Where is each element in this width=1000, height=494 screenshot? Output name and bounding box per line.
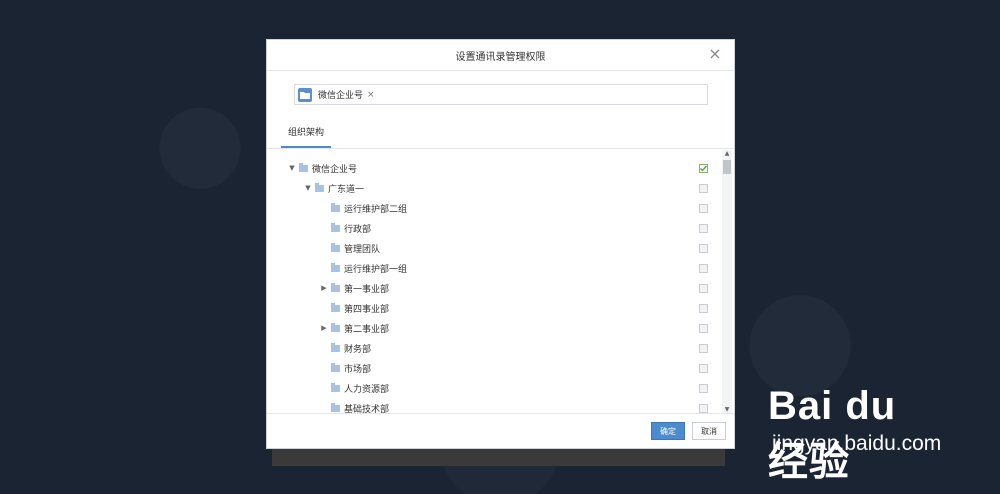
tree-row[interactable]: 市场部 xyxy=(267,358,734,378)
folder-icon xyxy=(331,242,340,252)
tree-item-label: 第四事业部 xyxy=(344,304,390,315)
folder-icon xyxy=(331,342,340,352)
folder-icon xyxy=(331,382,340,392)
close-icon[interactable]: × xyxy=(708,46,722,62)
tree-item-label: 管理团队 xyxy=(344,244,381,255)
scroll-up-icon[interactable]: ▲ xyxy=(722,150,732,158)
scroll-thumb[interactable] xyxy=(723,160,731,174)
checkbox[interactable] xyxy=(699,183,708,193)
tree-row[interactable]: 运行维护部一组 xyxy=(267,258,734,278)
tree-item-label: 广东道一 xyxy=(328,184,365,195)
tree-row[interactable]: ▼ 微信企业号 xyxy=(267,158,734,178)
expand-arrow-icon[interactable]: ▼ xyxy=(303,184,313,192)
tree-item-label: 微信企业号 xyxy=(312,164,358,175)
folder-icon xyxy=(331,302,340,312)
tree-row[interactable]: 财务部 xyxy=(267,338,734,358)
checkbox-checked[interactable] xyxy=(699,163,708,173)
folder-icon xyxy=(331,222,340,232)
tree-item-label: 第二事业部 xyxy=(344,324,390,335)
checkbox[interactable] xyxy=(699,343,708,353)
folder-icon xyxy=(331,402,340,412)
tree-item-label: 财务部 xyxy=(344,344,372,355)
selected-tag: 微信企业号 × xyxy=(298,87,375,102)
tree-row[interactable]: 行政部 xyxy=(267,218,734,238)
folder-icon xyxy=(331,202,340,212)
dialog-header: 设置通讯录管理权限 × xyxy=(267,40,734,71)
tree-row[interactable]: 管理团队 xyxy=(267,238,734,258)
tab-org-structure[interactable]: 组织架构 xyxy=(281,126,331,148)
expand-arrow-icon[interactable]: ▼ xyxy=(287,164,297,172)
folder-icon xyxy=(331,322,340,332)
tree-row[interactable]: ▶ 第一事业部 xyxy=(267,278,734,298)
checkbox[interactable] xyxy=(699,223,708,233)
checkbox[interactable] xyxy=(699,283,708,293)
tree-scrollbar[interactable]: ▲ ▼ xyxy=(722,150,732,414)
tree-item-label: 市场部 xyxy=(344,364,372,375)
checkbox[interactable] xyxy=(699,263,708,273)
collapse-arrow-icon[interactable]: ▶ xyxy=(319,284,329,292)
folder-icon xyxy=(315,182,324,192)
tree-item-label: 人力资源部 xyxy=(344,384,390,395)
checkbox[interactable] xyxy=(699,363,708,373)
tree-item-label: 行政部 xyxy=(344,224,372,235)
tree-row[interactable]: 运行维护部二组 xyxy=(267,198,734,218)
folder-icon xyxy=(331,362,340,372)
checkbox[interactable] xyxy=(699,323,708,333)
baidu-jingyan-watermark: Bai du 经验 jingyan.baidu.com xyxy=(768,384,948,484)
check-icon xyxy=(700,165,707,172)
collapse-arrow-icon[interactable]: ▶ xyxy=(319,324,329,332)
cancel-button[interactable]: 取消 xyxy=(692,422,726,440)
tabs-bar: 组织架构 xyxy=(267,120,734,149)
remove-tag-icon[interactable]: × xyxy=(367,90,375,100)
watermark-url: jingyan.baidu.com xyxy=(772,432,942,455)
checkbox[interactable] xyxy=(699,403,708,413)
checkbox[interactable] xyxy=(699,303,708,313)
org-tree: ▼ 微信企业号 ▼ 广东道一运行维护部二组 行政部管理团队运行维护部一组 ▶ 第一事业部第四… xyxy=(267,150,734,414)
selected-tag-label: 微信企业号 xyxy=(318,91,364,101)
selected-items-field[interactable]: 微信企业号 × xyxy=(294,84,708,105)
tree-item-label: 第一事业部 xyxy=(344,284,390,295)
checkbox[interactable] xyxy=(699,243,708,253)
folder-icon xyxy=(298,87,312,102)
tree-row[interactable]: 人力资源部 xyxy=(267,378,734,398)
checkbox[interactable] xyxy=(699,383,708,393)
tree-row[interactable]: ▶ 第二事业部 xyxy=(267,318,734,338)
confirm-button[interactable]: 确定 xyxy=(651,422,685,440)
folder-icon xyxy=(331,282,340,292)
dialog-title: 设置通讯录管理权限 xyxy=(455,51,546,63)
tree-item-label: 运行维护部一组 xyxy=(344,264,408,275)
tree-row[interactable]: 基础技术部 xyxy=(267,398,734,414)
folder-icon xyxy=(331,262,340,272)
tree-row[interactable]: ▼ 广东道一 xyxy=(267,178,734,198)
tree-row[interactable]: 第四事业部 xyxy=(267,298,734,318)
folder-icon xyxy=(299,162,308,172)
permission-dialog: 设置通讯录管理权限 × 微信企业号 × 组织架构 ▼ 微信企业号 ▼ 广东道一运行维护… xyxy=(266,39,735,449)
tree-item-label: 运行维护部二组 xyxy=(344,204,408,215)
dialog-footer: 确定 取消 xyxy=(267,413,734,448)
checkbox[interactable] xyxy=(699,203,708,213)
